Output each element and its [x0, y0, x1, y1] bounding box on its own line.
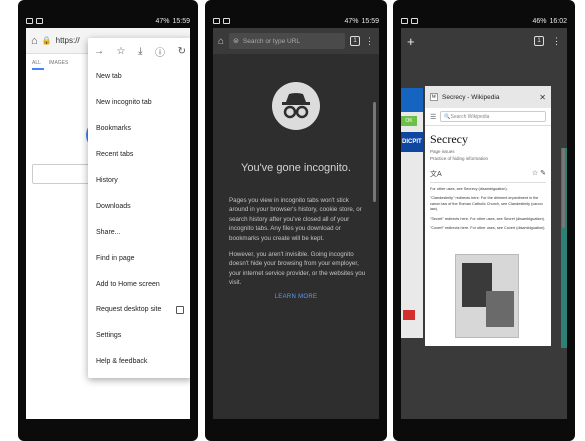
notification-icon	[213, 18, 220, 24]
menu-icon-row: → ☆ ⤓ ⓘ ↻	[88, 38, 190, 64]
background-ok-badge: OK	[401, 116, 417, 126]
menu-item-settings[interactable]: Settings	[88, 323, 190, 349]
hatnote: "Clandestinity" redirects here. For the …	[430, 196, 543, 212]
notification-icon	[36, 18, 43, 24]
menu-item-new-incognito-tab[interactable]: New incognito tab	[88, 90, 190, 116]
notification-icon	[411, 18, 418, 24]
clock: 15:59	[172, 17, 190, 25]
tab-switcher-screen: + 1 ⋮ OK DICPIT W Secrecy - Wikipedia ✕	[401, 28, 567, 419]
menu-item-bookmarks[interactable]: Bookmarks	[88, 116, 190, 142]
article-actions: 文A ☆ ✎	[430, 169, 546, 183]
language-icon[interactable]: 文A	[430, 169, 442, 179]
chrome-overflow-menu: → ☆ ⤓ ⓘ ↻ New tab New incognito tab Book…	[88, 38, 190, 378]
info-icon[interactable]: ⓘ	[155, 44, 165, 59]
notification-icon	[401, 18, 408, 24]
menu-item-add-to-home-screen[interactable]: Add to Home screen	[88, 271, 190, 297]
screenshot-collage: 47% 15:59 ⌂ 🔒 https://w ALL IMAGES → ☆	[0, 0, 585, 441]
incognito-title: You've gone incognito.	[241, 162, 351, 174]
tab-card-header: W Secrecy - Wikipedia ✕	[425, 86, 551, 108]
status-bar: 47% 15:59	[213, 14, 379, 28]
page-issues-text: Page issues	[430, 149, 455, 154]
menu-item-new-tab[interactable]: New tab	[88, 64, 190, 90]
notification-icon	[223, 18, 230, 24]
hamburger-menu-icon[interactable]: ☰	[430, 113, 436, 121]
incognito-description: Pages you view in incognito tabs won't s…	[229, 197, 362, 242]
url-text[interactable]: https://w	[56, 36, 80, 45]
close-tab-icon[interactable]: ✕	[539, 93, 546, 102]
background-tab-header	[401, 88, 423, 112]
article-description: Practice of hiding information	[430, 156, 489, 161]
menu-item-help-feedback[interactable]: Help & feedback	[88, 349, 190, 375]
battery-level: 46%	[532, 17, 547, 25]
phone-tab-switcher: 46% 16:02 + 1 ⋮ OK DICPIT W Secrecy - Wi…	[393, 0, 575, 441]
edit-pencil-icon[interactable]: ✎	[540, 170, 546, 177]
home-icon[interactable]: ⌂	[31, 35, 38, 47]
browser-screen: ⌂ 🔒 https://w ALL IMAGES → ☆ ⤓ ⓘ ↻ New t…	[26, 28, 190, 419]
home-icon[interactable]: ⌂	[218, 36, 224, 47]
lock-icon: 🔒	[41, 36, 52, 45]
tab-card-title: Secrecy - Wikipedia	[442, 93, 500, 101]
clock: 16:02	[549, 17, 567, 25]
tab-images[interactable]: IMAGES	[49, 60, 68, 66]
background-banner-text: DICPIT	[401, 132, 423, 152]
battery-level: 47%	[344, 17, 359, 25]
hatnote: For other uses, see Secrecy (disambiguat…	[430, 187, 508, 191]
incognito-logo-icon	[272, 82, 320, 130]
status-bar: 46% 16:02	[401, 14, 567, 28]
battery-level: 47%	[155, 17, 170, 25]
menu-item-history[interactable]: History	[88, 168, 190, 194]
incognito-warning: However, you aren't invisible. Going inc…	[229, 251, 366, 287]
active-tab-indicator	[32, 68, 44, 70]
hatnote: "Secret" redirects here. For other uses,…	[430, 216, 545, 221]
bookmark-star-icon[interactable]: ☆	[117, 46, 126, 57]
incognito-screen: ⌂ ⊜ Search or type URL 1 ⋮ You've gone i…	[213, 28, 379, 419]
wiki-search-input[interactable]: 🔍 Search Wikipedia	[440, 111, 546, 122]
active-tab-card[interactable]: W Secrecy - Wikipedia ✕ ☰ 🔍 Search Wikip…	[425, 86, 551, 346]
menu-item-request-desktop-site[interactable]: Request desktop site	[88, 297, 190, 323]
article-image[interactable]	[455, 254, 519, 338]
menu-item-recent-tabs[interactable]: Recent tabs	[88, 142, 190, 168]
tab-switcher-button[interactable]: 1	[350, 36, 360, 46]
menu-item-downloads[interactable]: Downloads	[88, 193, 190, 219]
tab-switcher-toolbar: + 1 ⋮	[401, 28, 567, 54]
watch-star-icon[interactable]: ☆	[532, 170, 538, 177]
menu-item-find-in-page[interactable]: Find in page	[88, 245, 190, 271]
notification-icon	[26, 18, 33, 24]
scrollbar[interactable]	[562, 148, 565, 228]
tab-all[interactable]: ALL	[32, 60, 41, 66]
refresh-icon[interactable]: ↻	[178, 46, 186, 57]
overflow-menu-icon[interactable]: ⋮	[365, 36, 374, 47]
menu-item-share[interactable]: Share...	[88, 219, 190, 245]
article-heading: Secrecy	[430, 132, 468, 146]
background-red-block	[403, 310, 415, 320]
incognito-small-icon: ⊜	[233, 38, 239, 45]
phone-incognito: 47% 15:59 ⌂ ⊜ Search or type URL 1 ⋮ You…	[205, 0, 387, 441]
scrollbar[interactable]	[373, 102, 376, 202]
status-bar: 47% 15:59	[26, 14, 190, 28]
clock: 15:59	[361, 17, 379, 25]
download-icon[interactable]: ⤓	[138, 46, 142, 57]
search-tabs: ALL IMAGES	[32, 60, 68, 66]
wiki-search-row: ☰ 🔍 Search Wikipedia	[425, 108, 551, 126]
wikipedia-favicon-icon: W	[430, 93, 438, 101]
tab-switcher-button[interactable]: 1	[534, 36, 544, 46]
background-tab-card[interactable]: OK DICPIT	[401, 88, 423, 338]
new-tab-plus-icon[interactable]: +	[407, 34, 415, 49]
hatnote: "Covert" redirects here. For other uses,…	[430, 226, 546, 231]
incognito-toolbar: ⌂ ⊜ Search or type URL 1 ⋮	[213, 28, 379, 54]
omnibox-placeholder: Search or type URL	[242, 37, 301, 45]
image-figure-shape	[486, 291, 514, 327]
learn-more-link[interactable]: LEARN MORE	[213, 294, 379, 300]
request-desktop-checkbox[interactable]	[176, 305, 184, 314]
overflow-menu-icon[interactable]: ⋮	[552, 36, 561, 47]
phone-chrome-menu: 47% 15:59 ⌂ 🔒 https://w ALL IMAGES → ☆	[18, 0, 198, 441]
forward-icon[interactable]: →	[94, 46, 104, 57]
omnibox[interactable]: ⊜ Search or type URL	[229, 33, 345, 49]
